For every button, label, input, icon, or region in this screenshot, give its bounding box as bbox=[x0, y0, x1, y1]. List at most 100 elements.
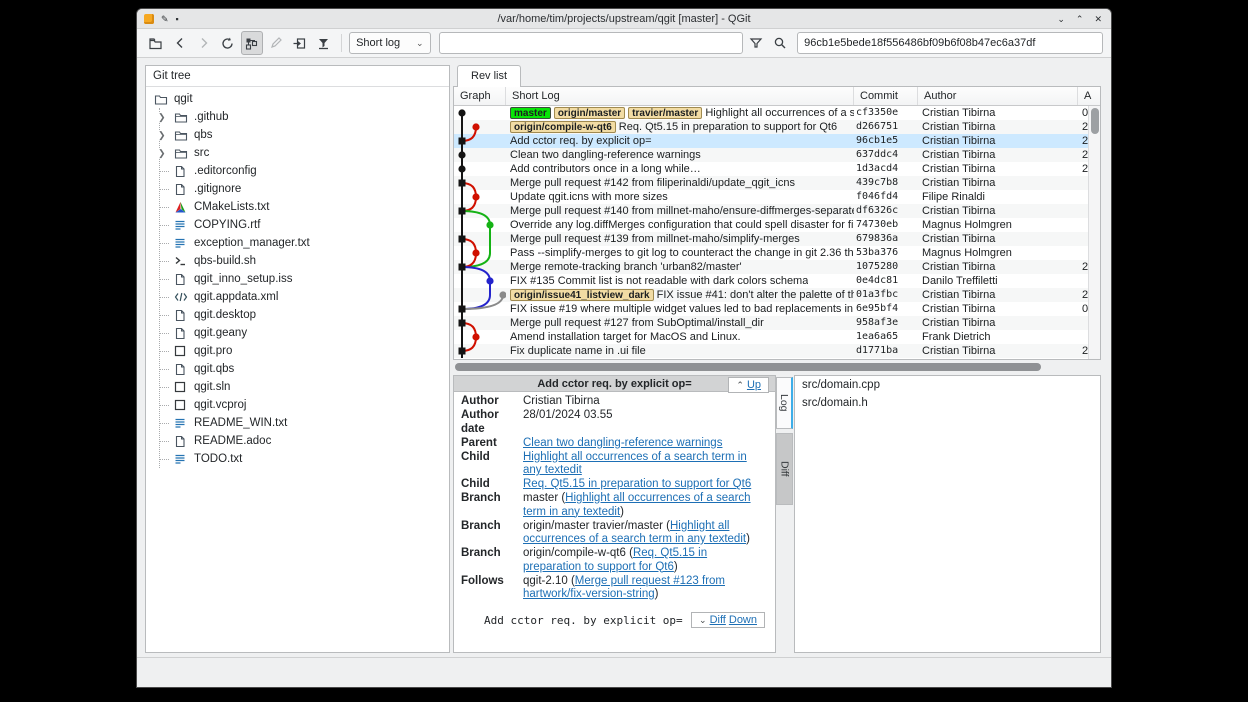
column-header-author[interactable]: Author bbox=[918, 87, 1078, 105]
tree-item[interactable]: qgit bbox=[146, 90, 449, 108]
search-input[interactable] bbox=[439, 32, 744, 54]
commit-link[interactable]: Clean two dangling-reference warnings bbox=[523, 437, 722, 449]
rev-list-row[interactable]: Amend installation target for MacOS and … bbox=[454, 330, 1088, 344]
rev-list-row[interactable]: FIX issue #19 where multiple widget valu… bbox=[454, 302, 1088, 316]
file-list-item[interactable]: src/domain.cpp bbox=[795, 376, 1100, 394]
rev-list-row[interactable]: Fix duplicate name in .ui file d1771ba C… bbox=[454, 344, 1088, 358]
filter-button[interactable] bbox=[745, 31, 767, 55]
tree-item[interactable]: COPYING.rtf bbox=[160, 216, 449, 234]
commit-link[interactable]: Req. Qt5.15 in preparation to support fo… bbox=[523, 478, 751, 490]
detail-field-value: Clean two dangling-reference warnings bbox=[523, 437, 768, 451]
scrollbar-thumb[interactable] bbox=[455, 363, 1041, 371]
tree-view-button[interactable] bbox=[241, 31, 263, 55]
tree-item[interactable]: qgit.sln bbox=[160, 378, 449, 396]
tree-item[interactable]: qgit.desktop bbox=[160, 306, 449, 324]
tree-item[interactable]: qgit_inno_setup.iss bbox=[160, 270, 449, 288]
rev-list-row[interactable]: Merge pull request #140 from millnet-mah… bbox=[454, 204, 1088, 218]
apply-patch-button[interactable] bbox=[288, 31, 310, 55]
author-cell: Magnus Holmgren 07 bbox=[918, 246, 1078, 260]
scrollbar-thumb[interactable] bbox=[1091, 108, 1099, 134]
nav-up[interactable]: ⌃ Up bbox=[728, 377, 769, 393]
up-link[interactable]: Up bbox=[747, 379, 761, 391]
tree-item[interactable]: .editorconfig bbox=[160, 162, 449, 180]
tree-item[interactable]: qgit.geany bbox=[160, 324, 449, 342]
rev-list-horizontal-scrollbar[interactable] bbox=[453, 361, 1101, 373]
code-icon bbox=[174, 291, 189, 304]
refresh-button[interactable] bbox=[217, 31, 239, 55]
save-patch-icon bbox=[316, 36, 331, 51]
column-header-graph[interactable]: Graph bbox=[454, 87, 506, 105]
forward-button[interactable] bbox=[193, 31, 215, 55]
rev-list-row[interactable]: Clean two dangling-reference warnings 63… bbox=[454, 148, 1088, 162]
rev-list-row[interactable]: Add cctor req. by explicit op= 96cb1e5 C… bbox=[454, 134, 1088, 148]
down-link[interactable]: Down bbox=[729, 614, 757, 626]
edit-button[interactable] bbox=[265, 31, 287, 55]
open-repo-button[interactable] bbox=[145, 31, 167, 55]
back-button[interactable] bbox=[169, 31, 191, 55]
tree-item[interactable]: .gitignore bbox=[160, 180, 449, 198]
tree-item[interactable]: ❯ qbs bbox=[160, 126, 449, 144]
close-button[interactable]: ✕ bbox=[1094, 14, 1102, 24]
log-type-select[interactable]: Short log ⌄ bbox=[349, 32, 430, 54]
tree-item[interactable]: README_WIN.txt bbox=[160, 414, 449, 432]
commit-link[interactable]: Highlight all occurrences of a search te… bbox=[523, 451, 747, 477]
minimize-button[interactable]: ⌄ bbox=[1057, 14, 1065, 24]
side-tab-log[interactable]: Log bbox=[776, 377, 793, 429]
tree-item[interactable]: qgit.vcproj bbox=[160, 396, 449, 414]
tree-item[interactable]: qgit.pro bbox=[160, 342, 449, 360]
tree-item[interactable]: qgit.qbs bbox=[160, 360, 449, 378]
find-button[interactable] bbox=[769, 31, 791, 55]
tree-item[interactable]: CMakeLists.txt bbox=[160, 198, 449, 216]
tree-guide bbox=[160, 405, 169, 406]
rev-list-row[interactable]: Merge pull request #142 from filiperinal… bbox=[454, 176, 1088, 190]
tab-rev-list[interactable]: Rev list bbox=[457, 65, 521, 87]
graph-cell bbox=[454, 148, 506, 162]
commit-cell: f046fd4 bbox=[854, 190, 918, 204]
status-bar bbox=[137, 657, 1111, 687]
file-icon bbox=[174, 309, 189, 322]
expander-chevron-icon[interactable]: ❯ bbox=[157, 130, 167, 141]
side-tab-diff[interactable]: Diff bbox=[776, 433, 793, 505]
tree-item[interactable]: qgit.appdata.xml bbox=[160, 288, 449, 306]
expander-chevron-icon[interactable]: ❯ bbox=[157, 148, 167, 159]
rev-list-row[interactable]: FIX #135 Commit list is not readable wit… bbox=[454, 274, 1088, 288]
author-cell: Cristian Tibirna bbox=[918, 162, 1078, 176]
shortlog-cell: Merge pull request #142 from filiperinal… bbox=[506, 176, 854, 190]
rev-list-row[interactable]: Merge pull request #127 from SubOptimal/… bbox=[454, 316, 1088, 330]
tree-item-label: COPYING.rtf bbox=[194, 219, 260, 231]
rev-list-row[interactable]: Merge pull request #139 from millnet-mah… bbox=[454, 232, 1088, 246]
rev-list-row[interactable]: Add contributors once in a long while… 1… bbox=[454, 162, 1088, 176]
rev-list-vertical-scrollbar[interactable] bbox=[1088, 106, 1100, 359]
rev-list-row[interactable]: origin/compile-w-qt6Req. Qt5.15 in prepa… bbox=[454, 120, 1088, 134]
column-header-author-date[interactable]: A bbox=[1078, 87, 1100, 105]
column-header-shortlog[interactable]: Short Log bbox=[506, 87, 854, 105]
save-patch-button[interactable] bbox=[312, 31, 334, 55]
sha-input[interactable] bbox=[797, 32, 1103, 54]
rev-list-row[interactable]: Merge remote-tracking branch 'urban82/ma… bbox=[454, 260, 1088, 274]
tree-item[interactable]: exception_manager.txt bbox=[160, 234, 449, 252]
rev-list-row[interactable]: Pass --simplify-merges to git log to cou… bbox=[454, 246, 1088, 260]
column-header-commit[interactable]: Commit bbox=[854, 87, 918, 105]
commit-cell: 958af3e bbox=[854, 316, 918, 330]
nav-diff-down[interactable]: ⌄ Diff Down bbox=[691, 612, 765, 628]
chevron-down-icon: ⌄ bbox=[699, 615, 707, 626]
tree-item-label: README_WIN.txt bbox=[194, 417, 287, 429]
expander-chevron-icon[interactable]: ❯ bbox=[157, 112, 167, 123]
tree-item[interactable]: ❯ .github bbox=[160, 108, 449, 126]
diff-link[interactable]: Diff bbox=[710, 614, 726, 626]
tree-item[interactable]: README.adoc bbox=[160, 432, 449, 450]
rev-list-row[interactable]: masterorigin/mastertravier/masterHighlig… bbox=[454, 106, 1088, 120]
tree-guide bbox=[160, 387, 169, 388]
rev-list-row[interactable]: Update qgit.icns with more sizes f046fd4… bbox=[454, 190, 1088, 204]
tree-item[interactable]: TODO.txt bbox=[160, 450, 449, 468]
file-list-item[interactable]: src/domain.h bbox=[795, 394, 1100, 412]
graph-cell bbox=[454, 274, 506, 288]
maximize-button[interactable]: ⌃ bbox=[1076, 14, 1084, 24]
tree-item[interactable]: ❯ src bbox=[160, 144, 449, 162]
text-icon bbox=[174, 453, 189, 466]
shortlog-cell: FIX issue #19 where multiple widget valu… bbox=[506, 302, 854, 316]
rev-list-row[interactable]: origin/issue41_listview_darkFIX issue #4… bbox=[454, 288, 1088, 302]
rev-list-row[interactable]: Override any log.diffMerges configuratio… bbox=[454, 218, 1088, 232]
tree-item[interactable]: qbs-build.sh bbox=[160, 252, 449, 270]
graph-cell bbox=[454, 204, 506, 218]
